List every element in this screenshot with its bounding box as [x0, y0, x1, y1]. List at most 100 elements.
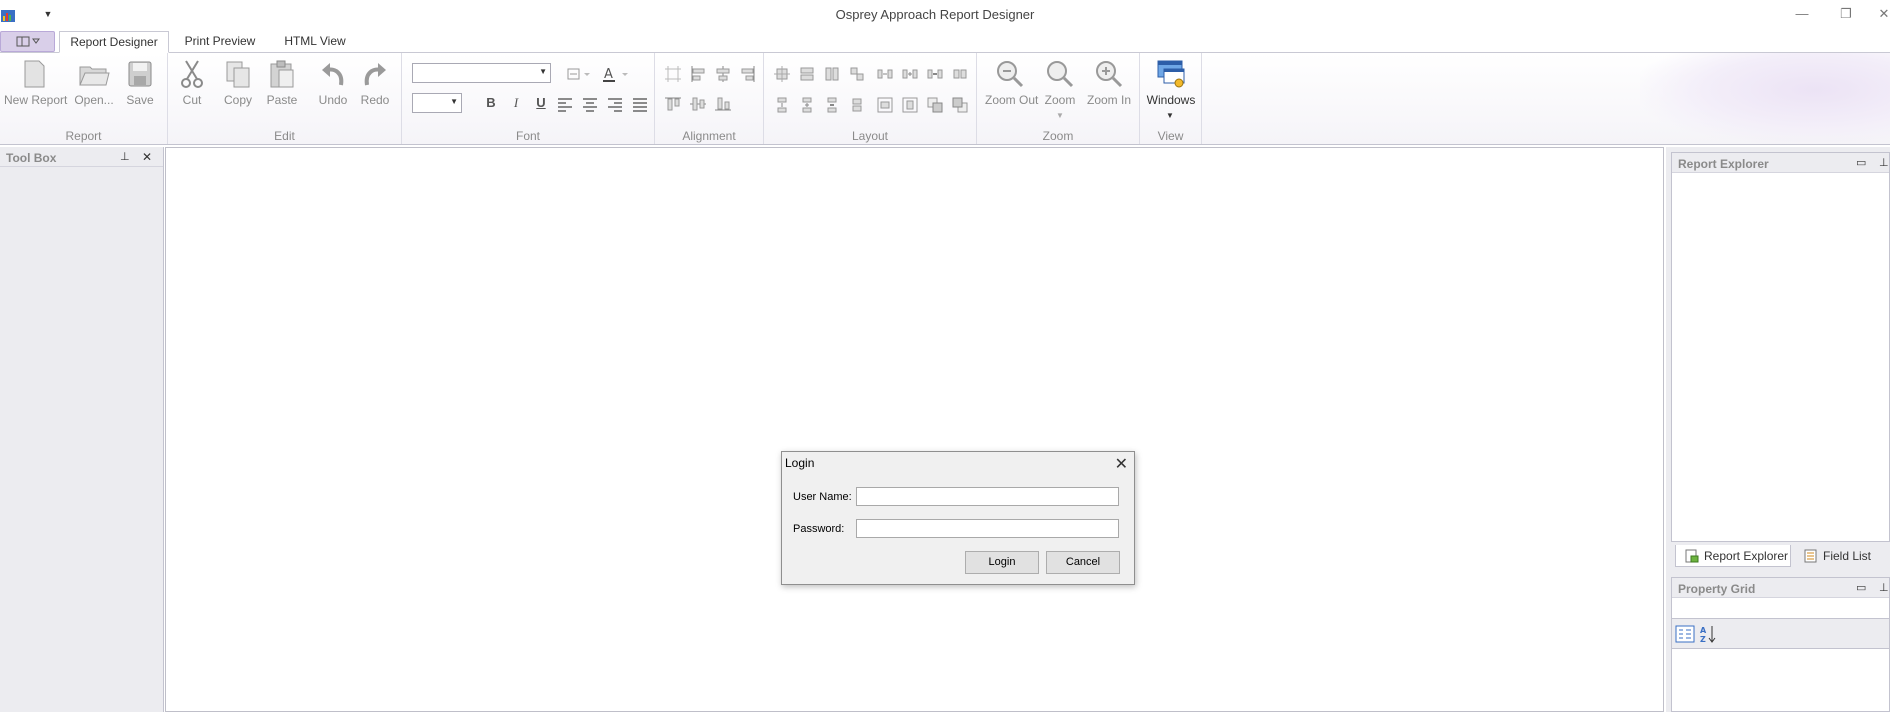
make-same-width-icon[interactable]: [798, 65, 816, 83]
pin-icon[interactable]: ⊥: [120, 150, 130, 163]
zoom-group-label: Zoom: [1042, 129, 1074, 143]
tab-print-preview[interactable]: Print Preview: [178, 31, 262, 53]
vertical-spacing-increase-icon[interactable]: [798, 96, 816, 114]
app-menu-icon: [16, 36, 40, 47]
layout-group: Layout: [764, 53, 977, 144]
property-grid-panel: Property Grid ▭ ⊥ AZ: [1671, 577, 1890, 712]
align-right-icon[interactable]: [606, 96, 624, 114]
font-size-combo[interactable]: ▼: [412, 93, 462, 113]
align-lefts-icon[interactable]: [689, 65, 707, 83]
restore-icon[interactable]: ❐: [1834, 4, 1858, 24]
copy-button[interactable]: Copy: [216, 55, 260, 117]
chevron-down-icon: ▼: [539, 67, 547, 76]
horizontal-spacing-equal-icon[interactable]: [876, 65, 894, 83]
zoom-out-button[interactable]: Zoom Out: [985, 55, 1038, 117]
close-window-icon[interactable]: ✕: [1872, 4, 1890, 24]
align-centers-icon[interactable]: [714, 65, 732, 83]
alignment-group: Alignment: [655, 53, 764, 144]
tab-field-list[interactable]: Field List: [1795, 545, 1885, 567]
zoom-icon: [1047, 61, 1074, 88]
align-bottoms-icon[interactable]: [714, 95, 732, 113]
paste-button[interactable]: Paste: [260, 55, 304, 117]
font-color-icon[interactable]: A: [601, 65, 631, 83]
property-object-selector[interactable]: [1672, 599, 1889, 619]
horizontal-spacing-remove-icon[interactable]: [951, 65, 969, 83]
explorer-tab-strip: Report Explorer Field List: [1671, 543, 1890, 569]
send-to-back-icon[interactable]: [951, 96, 969, 114]
zoom-in-icon: [1096, 61, 1123, 88]
make-same-size-icon[interactable]: [848, 65, 866, 83]
align-rights-icon[interactable]: [739, 65, 757, 83]
underline-button[interactable]: U: [531, 95, 551, 113]
pin-icon[interactable]: ⊥: [1879, 581, 1889, 594]
center-horizontally-icon[interactable]: [876, 96, 894, 114]
align-center-icon[interactable]: [581, 96, 599, 114]
align-middles-icon[interactable]: [689, 95, 707, 113]
zoom-dropdown-icon[interactable]: ▼: [1056, 111, 1064, 120]
tab-report-explorer-label: Report Explorer: [1704, 549, 1789, 563]
new-report-button[interactable]: New Report: [4, 55, 67, 117]
ribbon-decoration: [1640, 53, 1890, 144]
close-icon[interactable]: ✕: [142, 150, 152, 164]
horizontal-spacing-decrease-icon[interactable]: [926, 65, 944, 83]
design-canvas[interactable]: [165, 147, 1664, 712]
username-field[interactable]: [856, 487, 1119, 506]
zoom-button[interactable]: Zoom: [1037, 55, 1083, 117]
app-menu-button[interactable]: [0, 31, 55, 52]
italic-button[interactable]: I: [506, 95, 526, 113]
maximize-icon[interactable]: ▭: [1856, 156, 1866, 169]
password-field[interactable]: [856, 519, 1119, 538]
bold-button[interactable]: B: [481, 95, 501, 113]
center-vertically-icon[interactable]: [901, 96, 919, 114]
cancel-button[interactable]: Cancel: [1046, 551, 1120, 574]
sort-alphabetical-icon[interactable]: AZ: [1699, 624, 1719, 644]
edit-group: Cut Copy Paste Undo Redo Edit: [168, 53, 402, 144]
windows-dropdown-icon[interactable]: ▼: [1166, 111, 1174, 120]
ribbon-tabs: Report Designer Print Preview HTML View: [0, 30, 1890, 53]
ribbon: New Report Open... Save Report Cut Copy …: [0, 53, 1890, 145]
report-explorer-header: Report Explorer ▭ ⊥: [1672, 153, 1889, 173]
zoom-in-button[interactable]: Zoom In: [1085, 55, 1133, 117]
report-group: New Report Open... Save Report: [0, 53, 168, 144]
align-tops-icon[interactable]: [664, 95, 682, 113]
undo-button[interactable]: Undo: [312, 55, 354, 117]
pin-icon[interactable]: ⊥: [1879, 156, 1889, 169]
title-bar: ▼ Osprey Approach Report Designer — ❐ ✕: [0, 0, 1890, 30]
horizontal-spacing-increase-icon[interactable]: [901, 65, 919, 83]
zoom-out-icon: [997, 61, 1024, 88]
scissors-icon: [181, 60, 203, 88]
categorized-icon[interactable]: [1675, 624, 1695, 644]
bring-to-front-icon[interactable]: [926, 96, 944, 114]
toolbox-panel: Tool Box ⊥ ✕: [0, 147, 164, 712]
new-report-icon: [24, 60, 45, 88]
view-group: Windows ▼ View: [1140, 53, 1202, 144]
redo-icon: [364, 63, 386, 86]
vertical-spacing-decrease-icon[interactable]: [823, 96, 841, 114]
tab-report-designer[interactable]: Report Designer: [59, 31, 169, 53]
edit-group-label: Edit: [274, 129, 295, 143]
highlight-color-icon[interactable]: [565, 65, 593, 83]
password-label: Password:: [793, 523, 845, 535]
justify-icon[interactable]: [631, 96, 649, 114]
redo-button[interactable]: Redo: [354, 55, 396, 117]
align-left-icon[interactable]: [556, 96, 574, 114]
minimize-icon[interactable]: —: [1790, 4, 1814, 24]
windows-button[interactable]: Windows: [1143, 55, 1199, 117]
cut-button[interactable]: Cut: [172, 55, 212, 117]
maximize-icon[interactable]: ▭: [1856, 581, 1866, 594]
vertical-spacing-equal-icon[interactable]: [773, 96, 791, 114]
chevron-down-icon: ▼: [450, 97, 458, 106]
dialog-close-icon[interactable]: ✕: [1115, 454, 1128, 474]
align-to-grid-icon[interactable]: [664, 65, 682, 83]
layout-group-label: Layout: [851, 129, 889, 143]
size-to-grid-icon[interactable]: [773, 65, 791, 83]
font-name-combo[interactable]: ▼: [412, 63, 551, 83]
login-button[interactable]: Login: [965, 551, 1039, 574]
paste-icon: [270, 60, 294, 88]
save-button[interactable]: Save: [118, 55, 162, 117]
tab-report-explorer[interactable]: Report Explorer: [1675, 545, 1791, 567]
open-button[interactable]: Open...: [68, 55, 120, 117]
tab-html-view[interactable]: HTML View: [280, 31, 350, 53]
vertical-spacing-remove-icon[interactable]: [848, 96, 866, 114]
make-same-height-icon[interactable]: [823, 65, 841, 83]
